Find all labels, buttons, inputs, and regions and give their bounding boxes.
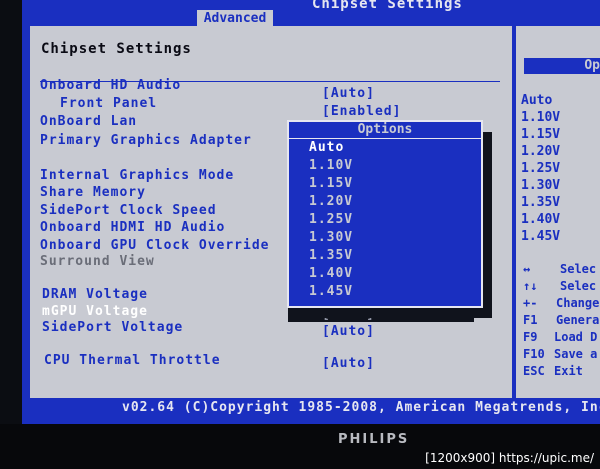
option-1-40v[interactable]: 1.40V bbox=[309, 266, 353, 281]
help-key-arrows-lr-icon: ↔ bbox=[523, 262, 531, 276]
help-value-1-20v: 1.20V bbox=[521, 144, 561, 159]
setting-share-memory[interactable]: Share Memory bbox=[40, 185, 146, 200]
help-key-esc: ESC bbox=[523, 364, 545, 378]
setting-onboard-lan[interactable]: OnBoard Lan bbox=[40, 114, 137, 129]
help-action-select-screen: Selec bbox=[560, 262, 597, 276]
setting-surround-view: Surround View bbox=[40, 254, 155, 269]
copyright-footer: v02.64 (C)Copyright 1985-2008, American … bbox=[122, 400, 600, 415]
setting-onboard-hdmi-hd-audio[interactable]: Onboard HDMI HD Audio bbox=[40, 220, 225, 235]
help-action-load-defaults: Load D bbox=[554, 330, 598, 344]
help-key-f10: F10 bbox=[523, 347, 545, 361]
setting-sideport-voltage[interactable]: SidePort Voltage bbox=[42, 320, 183, 335]
help-action-general-help: Genera bbox=[556, 313, 600, 327]
help-value-1-25v: 1.25V bbox=[521, 161, 561, 176]
option-1-45v[interactable]: 1.45V bbox=[309, 284, 353, 299]
help-value-1-30v: 1.30V bbox=[521, 178, 561, 193]
help-value-1-40v: 1.40V bbox=[521, 212, 561, 227]
setting-front-panel[interactable]: Front Panel bbox=[60, 96, 157, 111]
help-action-change: Change bbox=[556, 296, 600, 310]
setting-primary-graphics-adapter[interactable]: Primary Graphics Adapter bbox=[40, 133, 252, 148]
setting-cpu-thermal-throttle-value[interactable]: [Auto] bbox=[322, 356, 375, 371]
setting-mgpu-voltage[interactable]: mGPU Voltage bbox=[42, 304, 148, 319]
help-value-1-15v: 1.15V bbox=[521, 127, 561, 142]
option-1-25v[interactable]: 1.25V bbox=[309, 212, 353, 227]
setting-onboard-hd-audio-value[interactable]: [Auto] bbox=[322, 86, 375, 101]
option-1-35v[interactable]: 1.35V bbox=[309, 248, 353, 263]
bios-screen: Chipset Settings Advanced Chipset Settin… bbox=[22, 0, 600, 424]
section-title: Chipset Settings bbox=[41, 41, 192, 57]
window-title: Chipset Settings bbox=[312, 0, 463, 12]
help-value-1-35v: 1.35V bbox=[521, 195, 561, 210]
setting-onboard-hd-audio[interactable]: Onboard HD Audio bbox=[40, 78, 181, 93]
help-action-select-item: Selec bbox=[560, 279, 597, 293]
settings-panel: Chipset Settings Onboard HD Audio [Auto]… bbox=[30, 26, 512, 398]
setting-sideport-voltage-value[interactable]: [Auto] bbox=[322, 324, 375, 339]
option-1-10v[interactable]: 1.10V bbox=[309, 158, 353, 173]
help-value-1-10v: 1.10V bbox=[521, 110, 561, 125]
help-panel: Op Auto 1.10V 1.15V 1.20V 1.25V 1.30V 1.… bbox=[516, 26, 600, 398]
help-key-f1: F1 bbox=[523, 313, 538, 327]
image-watermark: [1200x900] https://upic.me/ bbox=[425, 451, 594, 465]
monitor-brand-logo: PHILIPS bbox=[338, 432, 410, 447]
setting-cpu-thermal-throttle[interactable]: CPU Thermal Throttle bbox=[44, 353, 221, 368]
help-key-f9: F9 bbox=[523, 330, 538, 344]
help-value-1-45v: 1.45V bbox=[521, 229, 561, 244]
option-1-20v[interactable]: 1.20V bbox=[309, 194, 353, 209]
options-popup-divider bbox=[289, 138, 481, 139]
setting-sideport-clock-speed[interactable]: SidePort Clock Speed bbox=[40, 203, 217, 218]
help-panel-header: Op bbox=[524, 58, 600, 74]
setting-front-panel-value[interactable]: [Enabled] bbox=[322, 104, 401, 119]
help-key-arrows-ud-icon: ↑↓ bbox=[523, 279, 538, 293]
help-key-plus-minus: +- bbox=[523, 296, 538, 310]
options-popup[interactable]: Options Auto 1.10V 1.15V 1.20V 1.25V 1.3… bbox=[287, 120, 483, 308]
options-popup-title: Options bbox=[357, 122, 413, 137]
help-value-auto: Auto bbox=[521, 93, 553, 108]
option-auto[interactable]: Auto bbox=[309, 140, 344, 155]
option-1-30v[interactable]: 1.30V bbox=[309, 230, 353, 245]
setting-dram-voltage[interactable]: DRAM Voltage bbox=[42, 287, 148, 302]
setting-onboard-gpu-clock-override[interactable]: Onboard GPU Clock Override bbox=[40, 238, 270, 253]
option-1-15v[interactable]: 1.15V bbox=[309, 176, 353, 191]
help-action-exit: Exit bbox=[554, 364, 583, 378]
setting-internal-graphics-mode[interactable]: Internal Graphics Mode bbox=[40, 168, 234, 183]
help-action-save-exit: Save a bbox=[554, 347, 598, 361]
